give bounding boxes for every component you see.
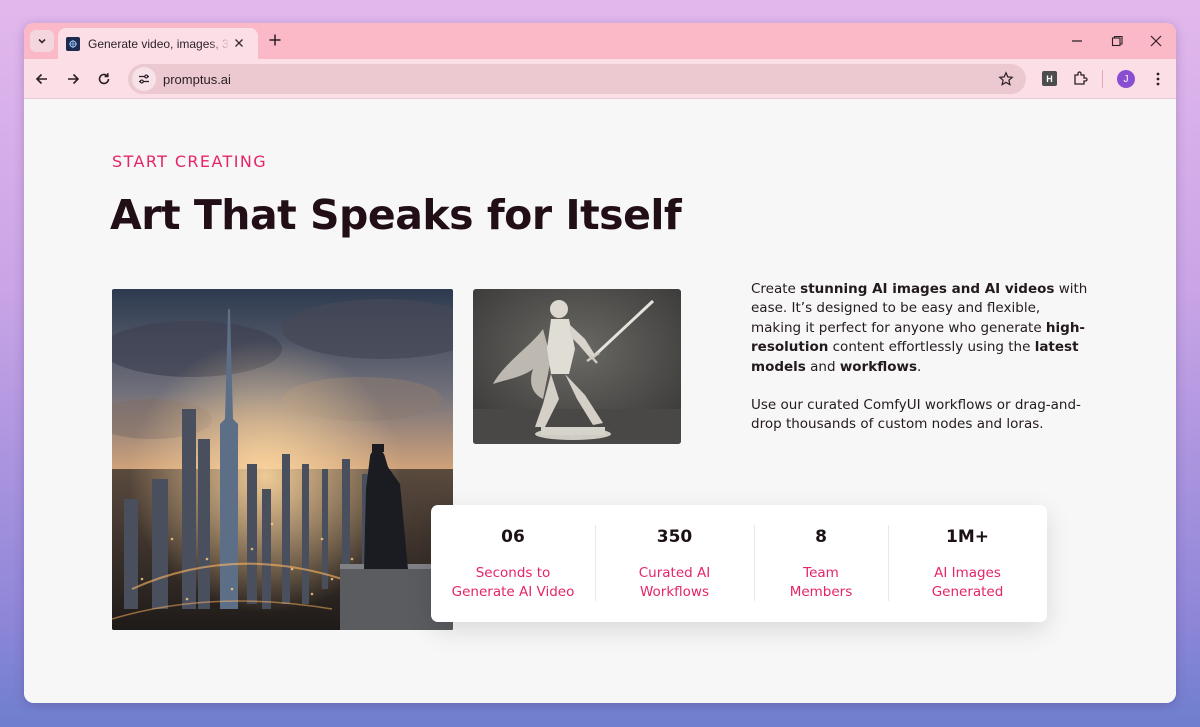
url-text: promptus.ai <box>163 71 231 87</box>
description-paragraph-2: Use our curated ComfyUI workflows or dra… <box>751 397 1081 433</box>
kebab-icon[interactable] <box>1150 71 1166 87</box>
stat-label: Team Members <box>789 565 853 600</box>
stat-seconds: 06 Seconds to Generate AI Video <box>431 505 595 622</box>
tab-active[interactable]: Generate video, images, 3D with <box>58 28 258 59</box>
stat-value: 06 <box>501 527 525 547</box>
stats-card: 06 Seconds to Generate AI Video 350 Curat… <box>431 505 1047 622</box>
tab-title: Generate video, images, 3D with <box>88 36 230 51</box>
stat-label: Seconds to Generate AI Video <box>451 565 575 600</box>
chevron-down-icon <box>38 38 46 44</box>
minimize-icon[interactable] <box>1070 34 1084 48</box>
profile-avatar[interactable]: J <box>1117 70 1135 88</box>
toolbar-divider <box>1102 70 1103 88</box>
page-content: START CREATING Art That Speaks for Itsel… <box>24 99 1176 703</box>
stat-label: AI Images Generated <box>931 565 1004 600</box>
extension-icon[interactable]: H <box>1042 71 1057 86</box>
forward-icon[interactable] <box>65 71 81 87</box>
close-icon[interactable] <box>232 36 246 50</box>
statue-image <box>473 289 681 444</box>
star-icon[interactable] <box>998 71 1014 87</box>
stat-value: 350 <box>656 527 693 547</box>
browser-toolbar: promptus.ai H J <box>24 59 1176 99</box>
close-window-icon[interactable] <box>1149 34 1163 48</box>
stat-workflows: 350 Curated AI Workflows <box>595 505 754 622</box>
tab-search-button[interactable] <box>30 30 54 52</box>
stat-images: 1M+ AI Images Generated <box>888 505 1047 622</box>
description-paragraph-1: Create stunning AI images and AI videos … <box>751 281 1088 375</box>
stat-value: 1M+ <box>946 527 989 547</box>
city-skyline-image <box>112 289 453 630</box>
site-info-icon[interactable] <box>132 67 156 91</box>
stat-value: 8 <box>815 527 827 547</box>
plus-icon[interactable] <box>268 33 282 47</box>
stat-team: 8 Team Members <box>754 505 888 622</box>
favicon-icon <box>66 36 80 51</box>
browser-window: Generate video, images, 3D with promptus… <box>24 23 1176 703</box>
page-title: Art That Speaks for Itself <box>110 191 682 239</box>
section-eyebrow: START CREATING <box>112 152 268 171</box>
address-bar[interactable]: promptus.ai <box>128 64 1026 94</box>
tab-strip: Generate video, images, 3D with <box>24 23 1176 59</box>
stat-label: Curated AI Workflows <box>638 565 711 600</box>
description: Create stunning AI images and AI videos … <box>751 280 1091 435</box>
restore-icon[interactable] <box>1110 34 1124 48</box>
reload-icon[interactable] <box>96 71 112 87</box>
back-icon[interactable] <box>34 71 50 87</box>
puzzle-icon[interactable] <box>1072 70 1088 86</box>
